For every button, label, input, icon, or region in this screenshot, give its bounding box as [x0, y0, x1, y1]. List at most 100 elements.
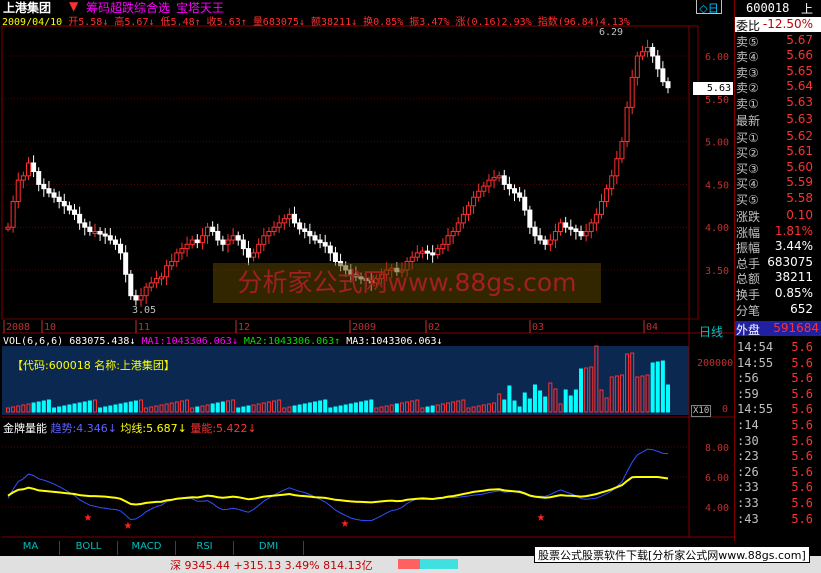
volume-bar [133, 400, 138, 413]
ask-level-3: 卖③ 5.65 [735, 64, 821, 80]
price-axis-labels: 6.00 5.50 5.00 4.50 4.00 3.50 8.00 6.00 4.00 [705, 52, 729, 514]
candle-body [15, 179, 21, 203]
candle-body [281, 218, 287, 224]
volume-bar [568, 395, 573, 413]
quote-market: 上 [801, 2, 814, 16]
candle-body [312, 235, 318, 241]
stat-row-2: 振幅 3.44% [735, 239, 821, 256]
tick-price: 5.6 [791, 340, 813, 354]
candle-body [542, 239, 548, 245]
volume-bar [430, 405, 435, 413]
volume-bar [527, 398, 532, 413]
promo-banner[interactable]: 股票公式股票软件下载[分析家公式网www.88gs.com] [534, 546, 810, 563]
volume-bar [118, 403, 123, 413]
ask-level-1-label: 卖① [736, 96, 759, 111]
stat-row-3: 总手 683075 [735, 255, 821, 271]
vol-axis-max: 200000 [697, 358, 734, 369]
candle-body [537, 235, 543, 241]
price-tick-label: 5.50 [705, 95, 729, 106]
star-icon: ★ [84, 509, 93, 525]
tick-price: 5.6 [791, 496, 813, 510]
period-selector[interactable]: ◇日 [696, 0, 722, 15]
candle-body [460, 213, 466, 224]
tab-macd[interactable]: MACD [118, 541, 176, 555]
tab-dmi[interactable]: DMI [234, 541, 304, 555]
tab-rsi[interactable]: RSI [176, 541, 234, 555]
volume-bar [108, 405, 113, 413]
candle-body [153, 278, 159, 284]
volume-bar [522, 392, 527, 413]
tab-ma[interactable]: MA [2, 541, 60, 555]
candle-body [332, 252, 338, 262]
candle-body [92, 230, 98, 234]
candle-body [629, 76, 635, 108]
tick-time: 14:55 [737, 355, 774, 370]
gear-icon: ◇ [699, 2, 708, 15]
tick-price: 5.6 [791, 449, 813, 464]
price-tick-label: 5.00 [705, 138, 729, 149]
tick-row: :33 5.6 [735, 480, 821, 497]
volume-bar [666, 384, 670, 413]
tick-price: 5.6 [791, 464, 813, 479]
period-label[interactable]: 日线 [699, 323, 723, 340]
candle-body [61, 201, 67, 207]
candle-body [123, 252, 129, 275]
tick-row: :56 5.6 [735, 371, 821, 388]
tick-time: :33 [737, 496, 759, 510]
volume-bar [343, 404, 348, 413]
indicator-legend: 金牌量能 趋势:4.346↓ 均线:5.687↓ 量能:5.422↓ [3, 420, 257, 436]
bid-level-3-value: 5.60 [786, 159, 813, 174]
candle-body [102, 233, 108, 237]
stat-row-5-label: 换手 [736, 288, 761, 302]
order-ratio-value: -12.50% [762, 17, 813, 31]
volume-bar [312, 401, 317, 413]
candle-body [558, 222, 564, 232]
candle-body [41, 183, 47, 190]
candle-body [506, 183, 512, 190]
candle-body [245, 248, 251, 258]
min-price-label: 3.05 [132, 305, 157, 316]
vol-value: 683075.438↓ [69, 336, 136, 347]
tick-time: :33 [737, 480, 759, 495]
volume-bar [67, 404, 72, 413]
stat-row-1-label: 涨幅 [736, 225, 761, 240]
candle-body [235, 235, 241, 241]
candle-body [215, 230, 221, 241]
bid-level-5: 买⑤ 5.58 [735, 191, 821, 207]
last-price-value: 5.63 [786, 112, 813, 126]
volume-bar [41, 400, 46, 413]
candle-body [256, 243, 262, 254]
index-summary: 深 9345.44 +315.13 3.49% 814.13亿 [170, 559, 373, 572]
candle-body [619, 141, 625, 160]
stat-row-5: 换手 0.85% [735, 286, 821, 302]
signal-stars: ★ ★ ★ ★ [84, 509, 546, 533]
current-price-tag: 5.63 [693, 82, 733, 95]
candle-body [532, 226, 538, 237]
candle-body [72, 209, 78, 215]
indicator-lines [7, 448, 669, 522]
candle-body [614, 158, 620, 177]
tab-boll[interactable]: BOLL [60, 541, 118, 555]
candle-body [327, 245, 333, 254]
bid-level-3: 买③ 5.60 [735, 159, 821, 176]
order-ratio-label: 委比 [736, 19, 761, 33]
tick-time: :56 [737, 371, 759, 386]
volume-bar [655, 361, 660, 413]
volume-bar [215, 402, 220, 413]
candle-body [158, 276, 164, 280]
candle-body [634, 55, 640, 78]
tick-time: :26 [737, 464, 759, 479]
candle-body [486, 179, 492, 187]
volume-bar [302, 403, 307, 413]
stat-row-2-label: 振幅 [736, 241, 761, 256]
candle-body [419, 250, 425, 254]
volume-bar [82, 401, 87, 413]
ask-level-4-value: 5.66 [786, 48, 813, 63]
candle-body [609, 175, 615, 190]
candle-body [307, 230, 313, 237]
candle-body [604, 188, 610, 203]
volume-bar [62, 405, 67, 413]
candle-body [25, 162, 31, 177]
candle-body [527, 209, 533, 228]
volume-bar [543, 396, 548, 413]
